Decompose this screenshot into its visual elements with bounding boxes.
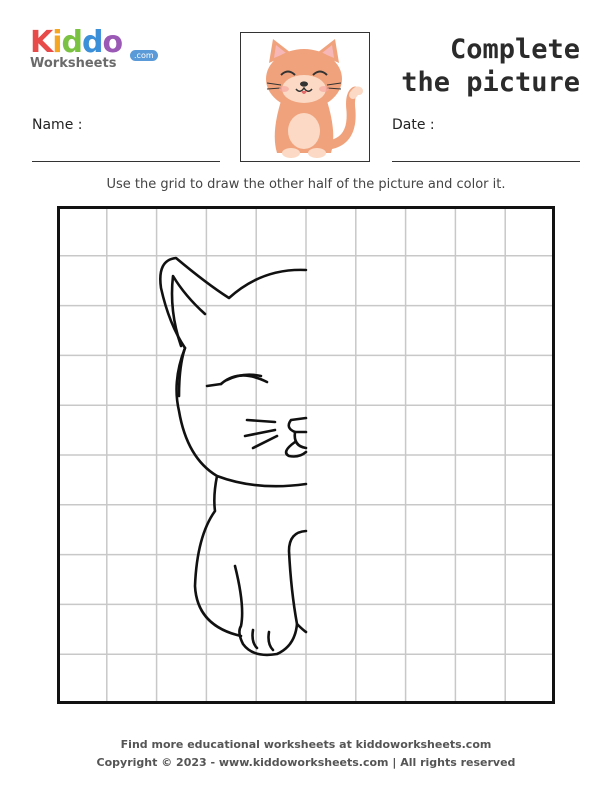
title-line-2: the picture bbox=[401, 67, 580, 98]
logo-letter: d bbox=[82, 25, 104, 60]
logo-letter: K bbox=[30, 25, 53, 60]
name-label: Name : bbox=[32, 117, 83, 133]
logo-letter: d bbox=[61, 25, 84, 60]
date-field-line[interactable] bbox=[392, 161, 580, 162]
logo-letter: o bbox=[102, 25, 124, 60]
title-line-1: Complete bbox=[449, 34, 580, 65]
worksheet-title: Complete the picture bbox=[401, 33, 580, 99]
reference-picture-frame bbox=[240, 32, 370, 162]
drawing-grid[interactable] bbox=[57, 206, 555, 704]
instruction-text: Use the grid to draw the other half of t… bbox=[106, 177, 506, 192]
kiddo-worksheets-logo: Kiddo Worksheets .com bbox=[30, 25, 158, 78]
name-field-line[interactable] bbox=[32, 161, 220, 162]
footer-promo: Find more educational worksheets at kidd… bbox=[120, 738, 492, 751]
grid-lines bbox=[57, 206, 555, 704]
logo-letter: i bbox=[52, 25, 62, 60]
logo-domain-badge: .com bbox=[130, 50, 158, 61]
date-label: Date : bbox=[392, 117, 435, 133]
footer-copyright: Copyright © 2023 - www.kiddoworksheets.c… bbox=[96, 756, 516, 769]
half-cat-drawing bbox=[159, 256, 308, 657]
reference-cat-image bbox=[266, 39, 363, 158]
